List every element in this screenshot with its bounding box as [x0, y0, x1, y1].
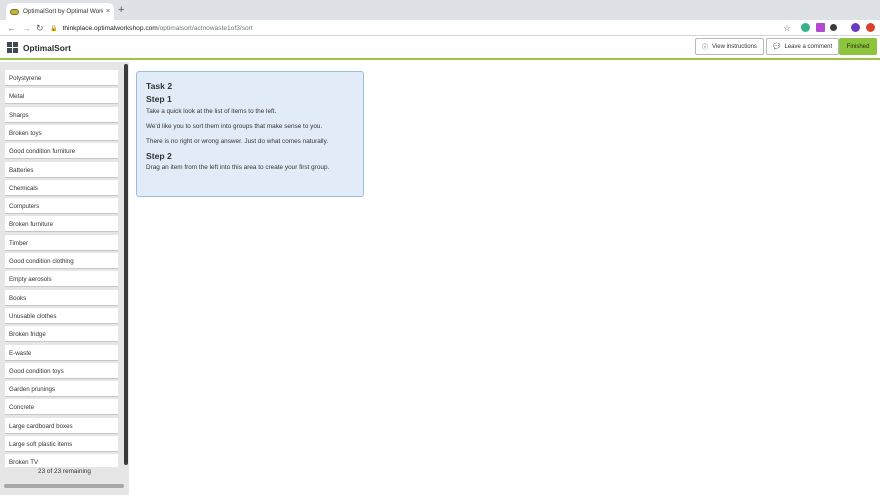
extension-icon[interactable]: [816, 23, 825, 32]
leave-comment-button[interactable]: 💬 Leave a comment: [766, 38, 840, 55]
optimalsort-logo-icon: [7, 42, 18, 53]
reload-icon[interactable]: ↻: [36, 21, 44, 35]
sortable-card[interactable]: Broken furniture: [5, 216, 118, 233]
task-instructions-panel: Task 2 Step 1 Take a quick look at the l…: [136, 71, 364, 197]
step1-heading: Step 1: [146, 94, 172, 104]
sortable-card[interactable]: Computers: [5, 198, 118, 215]
finished-label: Finished: [846, 43, 870, 50]
tab-title: OptimalSort by Optimal Worksh: [23, 8, 103, 15]
remaining-count: 23 of 23 remaining: [38, 468, 91, 475]
sortable-card[interactable]: Broken fridge: [5, 326, 118, 343]
finished-button[interactable]: Finished: [839, 38, 877, 55]
sortable-card[interactable]: Metal: [5, 88, 118, 105]
step1-line: We'd like you to sort them into groups t…: [146, 123, 323, 130]
comment-icon: 💬: [773, 44, 781, 50]
sortable-card[interactable]: Sharps: [5, 106, 118, 123]
bookmark-star-icon[interactable]: ☆: [783, 21, 791, 35]
browser-address-bar: ← → ↻ 🔒 thinkplace.optimalworkshop.com/o…: [0, 20, 880, 36]
step1-line: There is no right or wrong answer. Just …: [146, 138, 329, 145]
view-instructions-label: View instructions: [712, 43, 757, 50]
sortable-card[interactable]: Good condition toys: [5, 362, 118, 379]
sortable-card[interactable]: Unusable clothes: [5, 307, 118, 324]
sortable-card[interactable]: Garden prunings: [5, 381, 118, 398]
url-field[interactable]: 🔒 thinkplace.optimalworkshop.com/optimal…: [50, 21, 800, 35]
sortable-card[interactable]: Broken TV: [5, 454, 118, 467]
optimalsort-favicon-icon: [10, 8, 19, 15]
info-icon: ⓘ: [702, 45, 709, 51]
back-arrow-icon[interactable]: ←: [7, 21, 16, 35]
browser-tab[interactable]: OptimalSort by Optimal Worksh ×: [6, 3, 114, 20]
profile-avatar-icon[interactable]: [851, 23, 860, 32]
new-tab-button[interactable]: +: [118, 3, 124, 17]
sortable-card[interactable]: Polystyrene: [5, 70, 118, 86]
sortable-card[interactable]: Chemicals: [5, 179, 118, 196]
sortable-card[interactable]: Empty aerosols: [5, 271, 118, 288]
sortable-card[interactable]: Batteries: [5, 161, 118, 178]
sortable-card[interactable]: Good condition clothing: [5, 253, 118, 269]
forward-arrow-icon[interactable]: →: [22, 21, 31, 35]
extension-icon[interactable]: [866, 23, 875, 32]
card-list: Polystyrene Metal Sharps Broken toys Good co…: [0, 62, 124, 467]
sortable-card[interactable]: Timber: [5, 234, 118, 251]
sortable-card[interactable]: Good condition furniture: [5, 143, 118, 160]
card-sidebar: Polystyrene Metal Sharps Broken toys Good co…: [0, 62, 129, 495]
extension-icon[interactable]: [830, 24, 837, 31]
leave-comment-label: Leave a comment: [784, 43, 833, 50]
task-title: Task 2: [146, 81, 173, 91]
url-host: thinkplace.optimalworkshop.com: [62, 24, 158, 32]
step2-line: Drag an item from the left into this are…: [146, 164, 330, 171]
url-path: /optimalsort/actnowaste1of3/sort: [157, 24, 253, 32]
extension-icon[interactable]: [801, 23, 810, 32]
sortable-card[interactable]: Books: [5, 289, 118, 306]
view-instructions-button[interactable]: ⓘ View instructions: [695, 38, 764, 55]
sortable-card[interactable]: Broken toys: [5, 124, 118, 141]
sidebar-scrollbar[interactable]: [124, 64, 128, 465]
horizontal-scrollbar[interactable]: [4, 484, 124, 488]
step2-heading: Step 2: [146, 151, 172, 161]
sortable-card[interactable]: Concrete: [5, 399, 118, 416]
sortable-card[interactable]: Large soft plastic items: [5, 436, 118, 452]
step1-line: Take a quick look at the list of items t…: [146, 108, 277, 115]
app-header: OptimalSort ⓘ View instructions 💬 Leave …: [0, 37, 880, 60]
tab-close-icon[interactable]: ×: [106, 8, 110, 15]
app-name: OptimalSort: [23, 43, 71, 53]
sortable-card[interactable]: Large cardboard boxes: [5, 417, 118, 434]
sortable-card[interactable]: E-waste: [5, 344, 118, 361]
lock-icon: 🔒: [50, 25, 58, 32]
browser-tab-bar: OptimalSort by Optimal Worksh × +: [0, 0, 880, 20]
